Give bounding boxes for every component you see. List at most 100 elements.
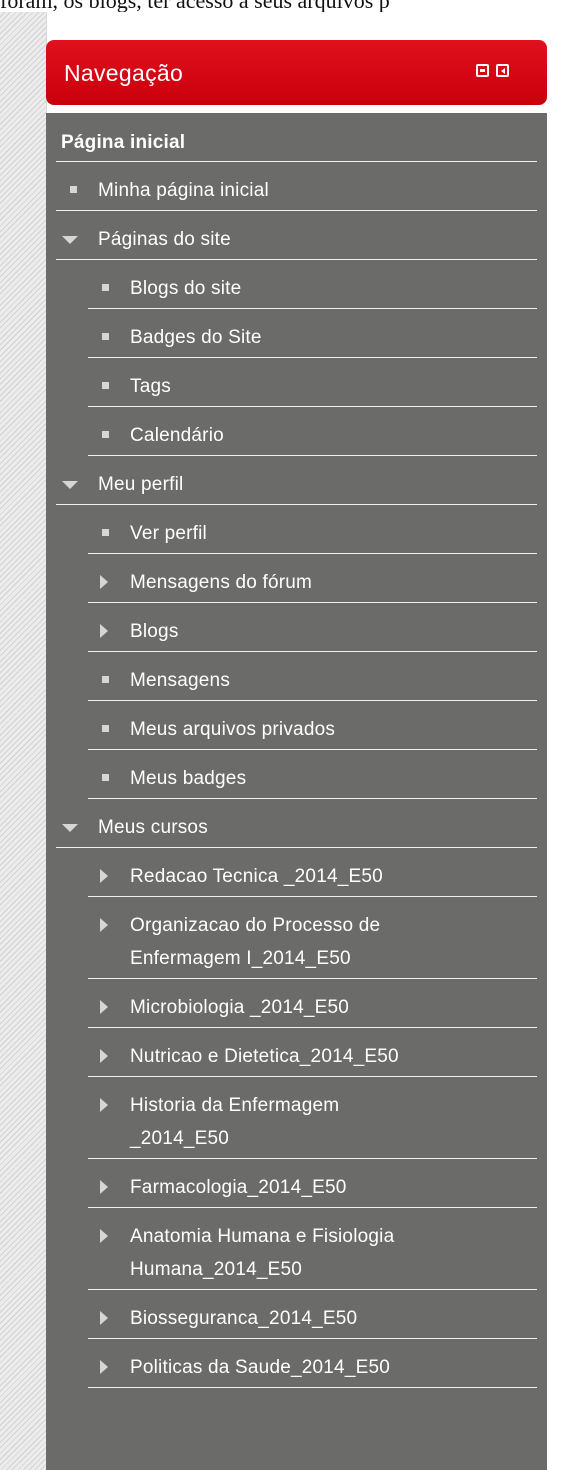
divider-line <box>88 1207 537 1208</box>
nav-item-label: Nutricao e Dietetica_2014_E50 <box>130 1046 399 1067</box>
divider-line <box>88 896 537 897</box>
square-bullet-icon <box>70 186 77 193</box>
divider-line <box>56 504 537 505</box>
nav-item-profile[interactable]: Ver perfil <box>46 516 547 565</box>
divider-line <box>88 308 537 309</box>
nav-item-label: _2014_E50 <box>130 1128 230 1149</box>
collapsed-triangle-icon[interactable] <box>100 1049 108 1063</box>
divider-line <box>88 1289 537 1290</box>
navigation-tree: Página inicial Minha página inicial Página… <box>46 113 547 1470</box>
square-bullet-icon <box>102 725 109 732</box>
nav-item-course[interactable]: Historia da Enfermagem _2014_E50 <box>46 1088 547 1170</box>
nav-item-course[interactable]: Microbiologia _2014_E50 <box>46 990 547 1039</box>
nav-item-label: Meus badges <box>130 768 247 789</box>
nav-item-course[interactable]: Farmacologia_2014_E50 <box>46 1170 547 1219</box>
left-gutter <box>0 12 47 1470</box>
divider-line <box>88 357 537 358</box>
nav-item-label: Organizacao do Processo de <box>130 915 381 936</box>
nav-item-label: Calendário <box>130 425 224 446</box>
square-bullet-icon <box>102 284 109 291</box>
nav-item-label: Página inicial <box>61 132 186 153</box>
nav-item-label: Humana_2014_E50 <box>130 1259 303 1280</box>
divider-line <box>88 651 537 652</box>
square-bullet-icon <box>102 431 109 438</box>
dock-left-arrow-icon[interactable] <box>496 64 509 77</box>
nav-item-course[interactable]: Biosseguranca_2014_E50 <box>46 1301 547 1350</box>
nav-item-site-page[interactable]: Blogs do site <box>46 271 547 320</box>
page-context-text: foram, os blogs, ter acesso a seus arqui… <box>0 0 571 12</box>
collapsed-triangle-icon[interactable] <box>100 624 108 638</box>
nav-item-profile[interactable]: Mensagens <box>46 663 547 712</box>
nav-item-site-page[interactable]: Calendário <box>46 418 547 467</box>
nav-item-label: Historia da Enfermagem <box>130 1095 340 1116</box>
square-bullet-icon <box>102 333 109 340</box>
collapsed-triangle-icon[interactable] <box>100 918 108 932</box>
divider-line <box>56 210 537 211</box>
nav-item-course[interactable]: Organizacao do Processo de Enfermagem I_2… <box>46 908 547 990</box>
divider-line <box>88 406 537 407</box>
nav-item-label: Ver perfil <box>130 523 207 544</box>
divider-line <box>56 847 537 848</box>
navigation-block: Navegação Página inicial Minha página ini… <box>46 40 547 1470</box>
nav-item-home[interactable]: Minha página inicial <box>46 173 547 222</box>
divider-line <box>88 1027 537 1028</box>
collapsed-triangle-icon[interactable] <box>100 1000 108 1014</box>
square-bullet-icon <box>102 529 109 536</box>
divider-line <box>88 455 537 456</box>
nav-item-profile[interactable]: Meus arquivos privados <box>46 712 547 761</box>
nav-item-label: Minha página inicial <box>98 180 269 201</box>
nav-root-item[interactable]: Página inicial <box>46 125 547 173</box>
nav-item-label: Meus arquivos privados <box>130 719 336 740</box>
square-bullet-icon <box>102 676 109 683</box>
nav-item-label: Politicas da Saude_2014_E50 <box>130 1357 390 1378</box>
divider-line <box>88 602 537 603</box>
block-title: Navegação <box>64 60 184 86</box>
nav-item-label: Farmacologia_2014_E50 <box>130 1177 347 1198</box>
nav-item-profile[interactable]: Meus badges <box>46 761 547 810</box>
divider-line <box>88 798 537 799</box>
collapsed-triangle-icon[interactable] <box>100 1229 108 1243</box>
nav-item-course[interactable]: Politicas da Saude_2014_E50 <box>46 1350 547 1399</box>
divider-line <box>88 553 537 554</box>
divider-line <box>88 1158 537 1159</box>
nav-item-label: Badges do Site <box>130 327 262 348</box>
expanded-triangle-icon[interactable] <box>62 824 78 832</box>
nav-item-label: Páginas do site <box>98 229 231 250</box>
nav-item-site-page[interactable]: Tags <box>46 369 547 418</box>
collapsed-triangle-icon[interactable] <box>100 869 108 883</box>
nav-section-courses[interactable]: Meus cursos <box>46 810 547 859</box>
nav-item-course[interactable]: Redacao Tecnica _2014_E50 <box>46 859 547 908</box>
divider-line <box>88 1387 537 1388</box>
nav-item-label: Meu perfil <box>98 474 184 495</box>
divider-line <box>88 1076 537 1077</box>
divider-line <box>88 749 537 750</box>
nav-item-label: Meus cursos <box>98 817 208 838</box>
nav-item-label: Mensagens <box>130 670 231 691</box>
collapsed-triangle-icon[interactable] <box>100 1360 108 1374</box>
divider-line <box>88 700 537 701</box>
divider-line <box>56 161 537 162</box>
collapsed-triangle-icon[interactable] <box>100 1180 108 1194</box>
nav-item-label: Blogs <box>130 621 179 642</box>
collapsed-triangle-icon[interactable] <box>100 1098 108 1112</box>
nav-section-profile[interactable]: Meu perfil <box>46 467 547 516</box>
nav-item-label: Enfermagem I_2014_E50 <box>130 948 351 969</box>
expanded-triangle-icon[interactable] <box>62 481 78 489</box>
nav-item-label: Blogs do site <box>130 278 242 299</box>
collapsed-triangle-icon[interactable] <box>100 575 108 589</box>
square-bullet-icon <box>102 382 109 389</box>
collapsed-triangle-icon[interactable] <box>100 1311 108 1325</box>
nav-section-site-pages[interactable]: Páginas do site <box>46 222 547 271</box>
nav-item-profile[interactable]: Blogs <box>46 614 547 663</box>
nav-item-label: Redacao Tecnica _2014_E50 <box>130 866 383 887</box>
nav-item-label: Microbiologia _2014_E50 <box>130 997 350 1018</box>
nav-item-profile[interactable]: Mensagens do fórum <box>46 565 547 614</box>
nav-item-course[interactable]: Nutricao e Dietetica_2014_E50 <box>46 1039 547 1088</box>
nav-item-label: Biosseguranca_2014_E50 <box>130 1308 358 1329</box>
divider-line <box>88 1338 537 1339</box>
divider-line <box>56 259 537 260</box>
nav-item-site-page[interactable]: Badges do Site <box>46 320 547 369</box>
nav-item-course[interactable]: Anatomia Humana e Fisiologia Humana_2014_… <box>46 1219 547 1301</box>
expanded-triangle-icon[interactable] <box>62 236 78 244</box>
minimize-square-icon[interactable] <box>476 64 489 77</box>
